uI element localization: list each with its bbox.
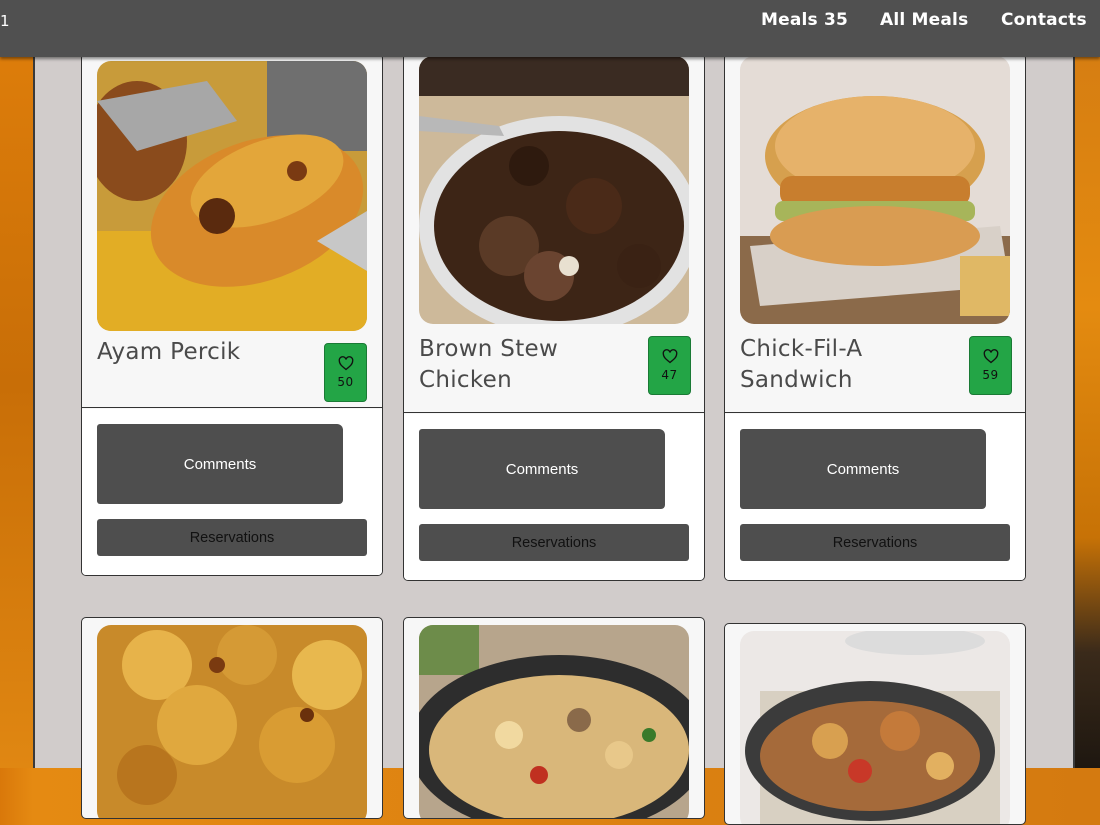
like-count: 47 (661, 368, 678, 382)
like-button[interactable]: 47 (648, 336, 691, 395)
meal-image (97, 61, 367, 331)
heart-icon (662, 349, 677, 364)
nav-link-contacts[interactable]: Contacts (1001, 10, 1087, 30)
heart-icon (338, 356, 353, 371)
meal-image (419, 56, 689, 324)
heart-icon (983, 349, 998, 364)
top-navbar: 1 Meals 35 All Meals Contacts (0, 0, 1100, 57)
comments-button[interactable]: Comments (740, 429, 986, 509)
card-divider (725, 412, 1025, 413)
meal-title-line2: Sandwich (740, 367, 853, 393)
meal-card: Ayam Percik 50 Comments Reservations (81, 53, 383, 576)
nav-link-all-meals[interactable]: All Meals (880, 10, 968, 30)
card-actions: Comments Reservations (404, 414, 704, 580)
meal-title-line2: Chicken (419, 367, 512, 393)
meal-card (403, 617, 705, 819)
nav-link-meals[interactable]: Meals 35 (761, 10, 848, 30)
reservations-button[interactable]: Reservations (97, 519, 367, 556)
like-count: 59 (982, 368, 999, 382)
background-left (0, 0, 34, 768)
like-button[interactable]: 50 (324, 343, 367, 402)
comments-button[interactable]: Comments (419, 429, 665, 509)
reservations-button[interactable]: Reservations (419, 524, 689, 561)
meal-title-line1: Chick-Fil-A (740, 336, 863, 362)
card-actions: Comments Reservations (725, 414, 1025, 580)
like-button[interactable]: 59 (969, 336, 1012, 395)
meals-grid: Ayam Percik 50 Comments Reservations Bro… (33, 53, 1075, 825)
card-divider (404, 412, 704, 413)
meal-image (740, 56, 1010, 324)
background-right (1071, 0, 1100, 768)
meal-title-line1: Ayam Percik (97, 339, 241, 365)
meal-card (81, 617, 383, 819)
card-divider (82, 407, 382, 408)
like-count: 50 (337, 375, 354, 389)
card-actions: Comments Reservations (82, 409, 382, 575)
meal-card: Brown Stew Chicken 47 Comments Reservati… (403, 53, 705, 581)
meal-title-line1: Brown Stew (419, 336, 559, 362)
comments-button[interactable]: Comments (97, 424, 343, 504)
meal-image (97, 625, 367, 818)
meal-card (724, 623, 1026, 825)
brand-fragment[interactable]: 1 (0, 12, 10, 30)
reservations-button[interactable]: Reservations (740, 524, 1010, 561)
meal-image (740, 631, 1010, 824)
meal-card: Chick-Fil-A Sandwich 59 Comments Reserva… (724, 53, 1026, 581)
meal-image (419, 625, 689, 818)
